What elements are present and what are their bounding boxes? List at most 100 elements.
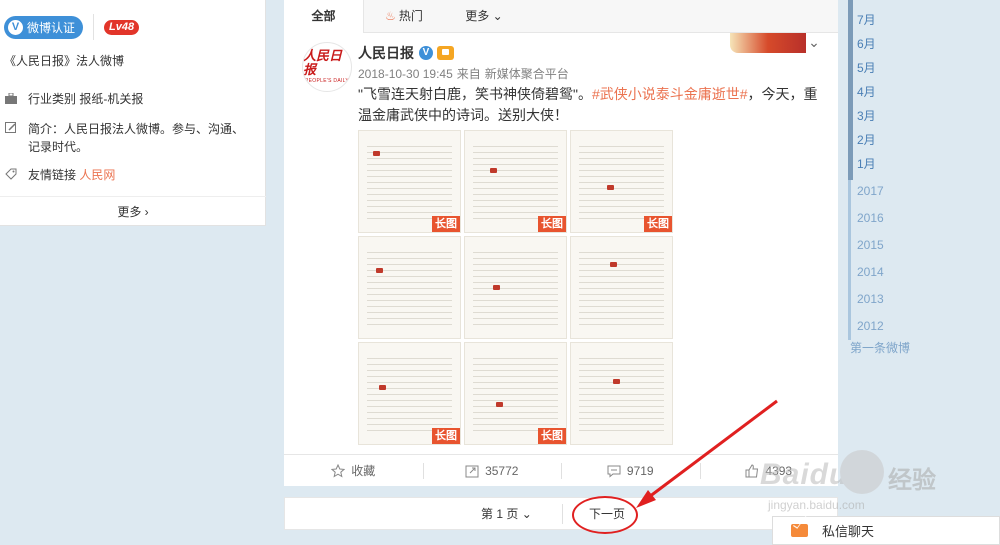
chat-label: 私信聊天 [822,524,875,539]
post-menu-chevron-icon[interactable]: ⌄ [806,34,822,50]
post-image-thumbnail[interactable]: 长图 [464,130,567,233]
verify-row: V 微博认证 Lv48 [4,14,140,40]
private-chat-bar[interactable]: 私信聊天 [772,516,1000,545]
timeline-year[interactable]: 2012 [857,319,884,333]
post-image-thumbnail[interactable] [358,236,461,339]
industry-label: 行业类别 [28,92,77,106]
post-image-thumbnail[interactable] [570,236,673,339]
repost-icon [465,464,479,478]
timeline-month[interactable]: 4月 [857,83,876,100]
link-renminwang[interactable]: 人民网 [79,168,115,182]
timeline-nav: 7月 6月 5月 4月 3月 2月 1月 2017 2016 2015 2014 2013 2012 第… [848,0,1000,360]
paw-icon [840,450,884,494]
post-time[interactable]: 2018-10-30 19:45 [358,67,453,81]
timeline-year[interactable]: 2017 [857,184,884,198]
post-source[interactable]: 新媒体聚合平台 [485,67,569,81]
feed-tabs: 全部 ♨ 热门 更多 ⌄ [284,0,838,33]
timeline-month[interactable]: 6月 [857,35,876,52]
industry-line: 行业类别 报纸-机关报 [4,90,143,108]
comment-button[interactable]: 9719 [561,455,700,486]
poem-text-lines [579,141,664,222]
post-image-thumbnail[interactable] [464,236,567,339]
tab-hot[interactable]: ♨ 热门 [364,0,444,33]
intro-line: 简介：人民日报法人微博。参与、沟通、记录时代。 [4,120,266,156]
timeline-month[interactable]: 3月 [857,107,876,124]
chevron-down-icon: ⌄ [492,9,503,23]
seal-mark [376,268,383,273]
source-prefix: 来自 [456,67,481,81]
post-image-thumbnail[interactable]: 长图 [358,342,461,445]
annotation-circle [572,496,638,534]
author-row: 人民日报 V [358,43,454,63]
timeline-first-post[interactable]: 第一条微博 [850,339,910,356]
timeline-month[interactable]: 7月 [857,11,876,28]
profile-more-button[interactable]: 更多 › [0,196,266,226]
author-name[interactable]: 人民日报 [358,43,414,63]
profile-card: V 微博认证 Lv48 《人民日报》法人微博 行业类别 报纸-机关报 简介：人民… [0,0,266,226]
tab-hot-label: 热门 [398,9,423,23]
edit-icon [4,121,18,135]
post-image-thumbnail[interactable]: 长图 [570,130,673,233]
legal-description: 《人民日报》法人微博 [4,54,125,68]
timeline-bar-years [848,180,851,340]
link-line: 友情链接 人民网 [4,166,115,184]
seal-mark [496,402,503,407]
seal-mark [490,168,497,173]
verified-v-icon[interactable]: V [419,46,433,60]
tab-all[interactable]: 全部 [284,0,364,33]
timeline-month[interactable]: 2月 [857,131,876,148]
poem-text-lines [367,247,452,328]
comment-icon [607,464,621,478]
long-image-badge: 长图 [432,216,460,232]
poem-text-lines [367,353,452,434]
long-image-badge: 长图 [432,428,460,444]
star-icon [331,463,346,478]
comment-count: 9719 [626,463,654,478]
verify-badge[interactable]: V 微博认证 [4,15,84,39]
industry-value: 报纸-机关报 [79,92,144,106]
page-select[interactable]: 第 1 页 ⌄ [481,498,532,531]
image-grid: 长图 长图 长图 长图 长图 [358,130,673,445]
watermark-url: jingyan.baidu.com [768,498,865,512]
long-image-badge: 长图 [644,216,672,232]
timeline-month[interactable]: 5月 [857,59,876,76]
fire-icon: ♨ [385,9,396,23]
divider [562,504,563,524]
weibo-post-card: 全部 ♨ 热门 更多 ⌄ ⌄ 人民日报 PEOPLE'S DAILY 人民日报 V… [284,0,838,486]
poem-text-lines [579,353,664,434]
timeline-year[interactable]: 2013 [857,292,884,306]
long-image-badge: 长图 [538,428,566,444]
pager: 第 1 页 ⌄ 下一页 [284,497,838,530]
member-badge-icon[interactable] [437,46,454,60]
verify-label: 微博认证 [27,20,76,35]
seal-mark [613,379,620,384]
poem-text-lines [473,141,558,222]
favorite-button[interactable]: 收藏 [284,455,423,486]
post-hashtag[interactable]: #武侠小说泰斗金庸逝世# [592,86,748,102]
tab-all-label: 全部 [311,9,336,23]
timeline-bar [848,0,853,180]
briefcase-icon [4,91,18,105]
chevron-down-icon: ⌄ [521,507,532,521]
timeline-month[interactable]: 1月 [857,155,876,172]
post-image-thumbnail[interactable]: 长图 [464,342,567,445]
timeline-year[interactable]: 2014 [857,265,884,279]
avatar-logo: 人民日报 [303,49,343,78]
poem-text-lines [473,353,558,434]
tab-more[interactable]: 更多 ⌄ [444,0,524,33]
post-image-thumbnail[interactable]: 长图 [358,130,461,233]
post-decoration-banner [730,33,806,53]
avatar-logo-sub: PEOPLE'S DAILY [305,78,349,84]
repost-count: 35772 [485,463,519,478]
timeline-year[interactable]: 2016 [857,211,884,225]
mail-icon [791,524,808,537]
post-text-before: "飞雪连天射白鹿，笑书神侠倚碧鸳"。 [358,86,592,102]
level-badge[interactable]: Lv48 [104,19,140,35]
timeline-year[interactable]: 2015 [857,238,884,252]
chevron-right-icon: › [144,205,149,219]
repost-button[interactable]: 35772 [422,455,562,486]
poem-text-lines [579,247,664,328]
favorite-label: 收藏 [351,464,376,478]
avatar[interactable]: 人民日报 PEOPLE'S DAILY [302,42,352,92]
post-image-thumbnail[interactable] [570,342,673,445]
